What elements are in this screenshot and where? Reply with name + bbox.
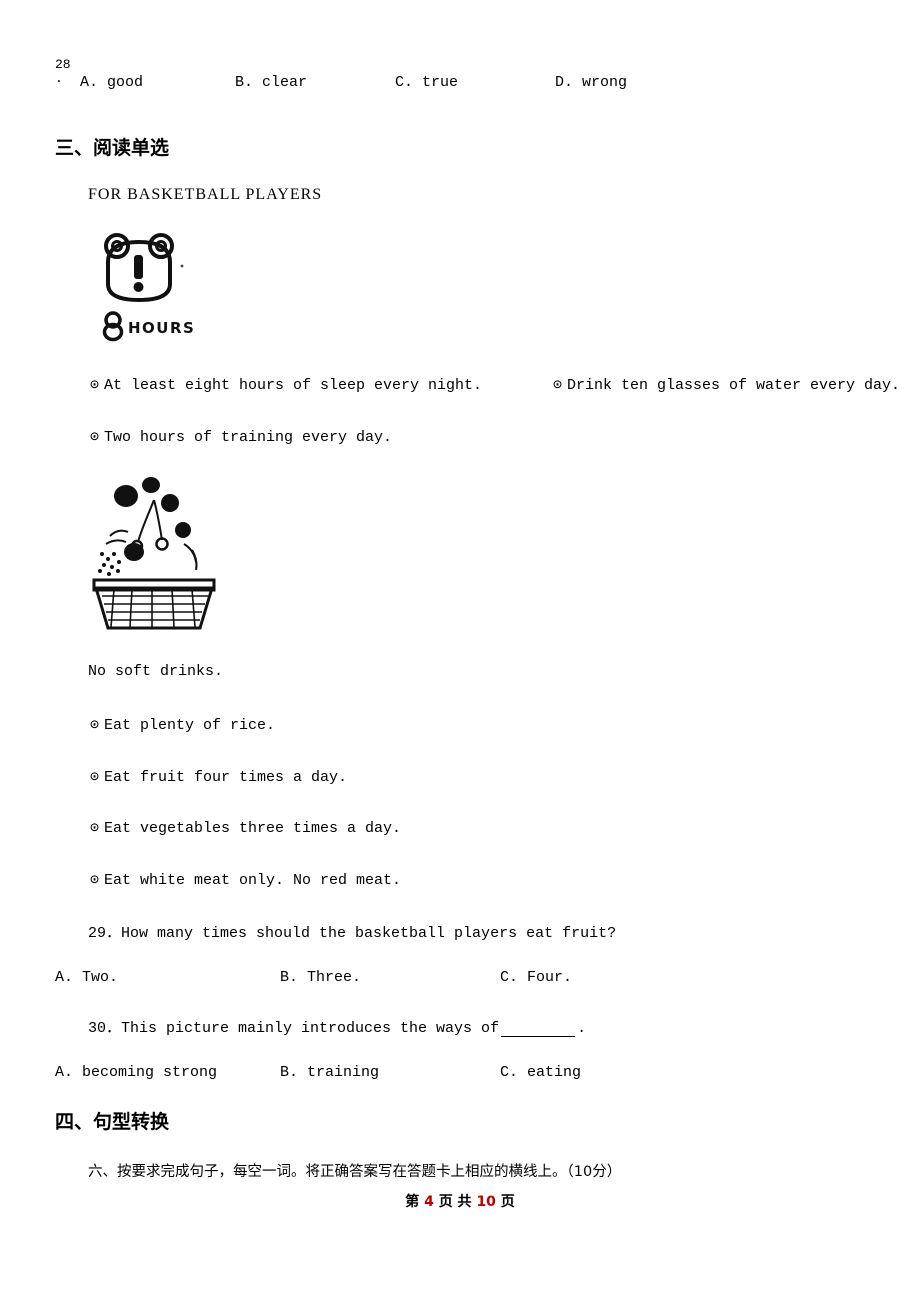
passage-bullet-rice: ⊙ Eat plenty of rice.: [90, 715, 275, 734]
question-30-stem-period: .: [577, 1020, 587, 1037]
section-heading-four: 四、句型转换: [55, 1111, 170, 1133]
question-28-number-value: 28: [55, 57, 71, 72]
footer-current-page: 4: [424, 1194, 434, 1210]
section-four-instruction: 六、按要求完成句子，每空一词。将正确答案写在答题卡上相应的横线上。（10分）: [88, 1164, 622, 1180]
bullet-icon: ⊙: [553, 377, 563, 394]
bullet-icon: ⊙: [90, 429, 100, 446]
question-29-option-b[interactable]: B. Three.: [280, 969, 500, 986]
footer-middle: 页 共: [438, 1194, 472, 1210]
exam-page: 28 . A. good B. clear C. true D. wrong 三、阅读…: [0, 0, 920, 1302]
question-28-option-b[interactable]: B. clear: [235, 74, 395, 91]
passage-bullet-water: ⊙ Drink ten glasses of water every day.: [553, 375, 900, 394]
question-28-options: A. good B. clear C. true D. wrong: [80, 74, 870, 91]
bullet-icon: ⊙: [90, 717, 100, 734]
question-30-stem: 30．This picture mainly introduces the wa…: [88, 1016, 586, 1037]
question-30-blank[interactable]: [501, 1023, 576, 1037]
passage-bullet-meat-text: Eat white meat only. No red meat.: [104, 872, 402, 889]
question-28-option-c[interactable]: C. true: [395, 74, 555, 91]
bullet-icon: ⊙: [90, 769, 100, 786]
footer-total-pages: 10: [476, 1194, 496, 1210]
svg-text:HOURS: HOURS: [128, 319, 195, 337]
bullet-icon: ⊙: [90, 872, 100, 889]
passage-bullet-meat: ⊙ Eat white meat only. No red meat.: [90, 870, 401, 889]
fruit-basket-illustration: [88, 470, 233, 635]
passage-bullet-sleep-text: At least eight hours of sleep every nigh…: [104, 377, 483, 394]
passage-title: FOR BASKETBALL PLAYERS: [88, 186, 323, 203]
passage-bullet-vegetables-text: Eat vegetables three times a day.: [104, 820, 402, 837]
question-29-stem: 29．How many times should the basketball …: [88, 925, 617, 942]
question-29-options: A. Two. B. Three. C. Four.: [55, 969, 855, 986]
page-footer: 第 4 页 共 10 页: [0, 1191, 920, 1211]
passage-bullet-fruit: ⊙ Eat fruit four times a day.: [90, 767, 347, 786]
question-30-option-c[interactable]: C. eating: [500, 1064, 581, 1081]
footer-suffix: 页: [500, 1194, 515, 1210]
question-28-option-a[interactable]: A. good: [80, 74, 235, 91]
question-30-stem-text: 30．This picture mainly introduces the wa…: [88, 1020, 500, 1037]
bullet-icon: ⊙: [90, 820, 100, 837]
bullet-icon: ⊙: [90, 377, 100, 394]
passage-bullet-training-text: Two hours of training every day.: [104, 429, 393, 446]
passage-bullet-training: ⊙ Two hours of training every day.: [90, 427, 392, 446]
footer-prefix: 第: [405, 1194, 420, 1210]
question-30-option-b[interactable]: B. training: [280, 1064, 500, 1081]
question-30-options: A. becoming strong B. training C. eating: [55, 1064, 855, 1081]
question-29-option-c[interactable]: C. Four.: [500, 969, 572, 986]
passage-bullet-rice-text: Eat plenty of rice.: [104, 717, 276, 734]
passage-bullet-water-text: Drink ten glasses of water every day.: [567, 377, 901, 394]
passage-bullet-sleep: ⊙ At least eight hours of sleep every nig…: [90, 375, 482, 394]
question-30-option-a[interactable]: A. becoming strong: [55, 1064, 280, 1081]
koala-sleep-illustration: HOURS: [100, 228, 210, 343]
passage-bullet-vegetables: ⊙ Eat vegetables three times a day.: [90, 818, 401, 837]
question-28-option-d[interactable]: D. wrong: [555, 74, 705, 91]
section-heading-three: 三、阅读单选: [55, 137, 170, 159]
question-28-number: 28 .: [55, 58, 75, 86]
question-28-number-dot: .: [55, 71, 63, 86]
passage-no-soft-drinks: No soft drinks.: [88, 663, 224, 680]
question-29-option-a[interactable]: A. Two.: [55, 969, 280, 986]
passage-bullet-fruit-text: Eat fruit four times a day.: [104, 769, 348, 786]
